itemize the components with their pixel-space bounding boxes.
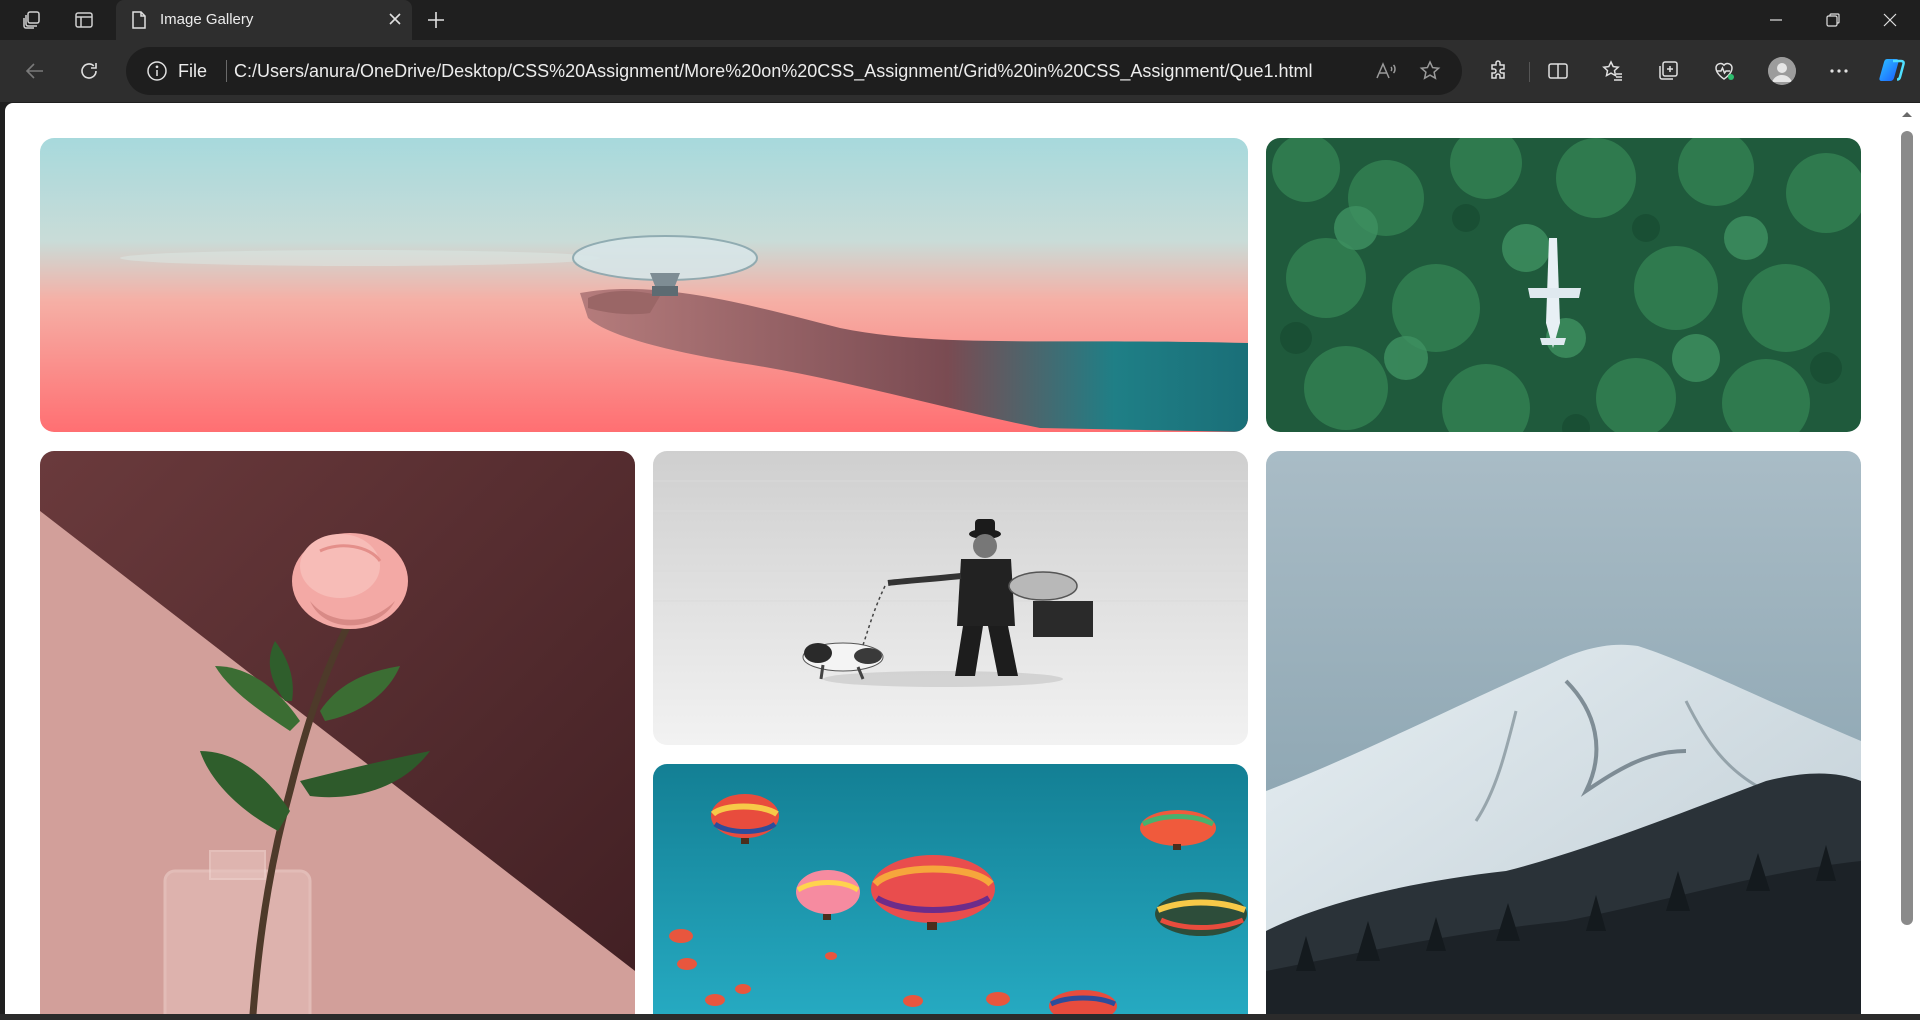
- profile-icon[interactable]: [1768, 57, 1796, 85]
- gallery-image-airplane-forest: [1266, 138, 1861, 432]
- collections-icon[interactable]: [1650, 53, 1686, 89]
- info-icon[interactable]: [146, 60, 168, 87]
- window-bottom-edge: [0, 1014, 1920, 1020]
- read-aloud-icon[interactable]: [1374, 59, 1398, 88]
- scrollbar-thumb[interactable]: [1901, 131, 1913, 925]
- site-scheme-label: File: [178, 61, 208, 81]
- image-gallery-grid: [40, 138, 1861, 1020]
- page-viewport: [5, 103, 1920, 1020]
- star-icon[interactable]: [1418, 59, 1442, 88]
- back-arrow-icon[interactable]: [17, 53, 53, 89]
- gallery-image-hand-lightbulb: [40, 138, 1248, 432]
- tab-strip: Image Gallery: [0, 0, 1920, 40]
- puzzle-icon[interactable]: [1481, 53, 1517, 89]
- active-tab[interactable]: Image Gallery: [116, 0, 412, 40]
- workspaces-icon[interactable]: [14, 4, 50, 36]
- refresh-icon[interactable]: [71, 53, 107, 89]
- scroll-up-icon[interactable]: [1900, 109, 1914, 119]
- gallery-image-rose-vase: [40, 451, 635, 1020]
- gallery-image-snowy-mountain: [1266, 451, 1861, 1020]
- minimize-icon[interactable]: [1748, 0, 1804, 40]
- more-icon[interactable]: [1821, 53, 1857, 89]
- copilot-icon[interactable]: [1874, 52, 1910, 88]
- gallery-image-hot-air-balloons: [653, 764, 1248, 1020]
- toolbar: File C:/Users/anura/OneDrive/Desktop/CSS…: [0, 40, 1920, 102]
- page-icon: [130, 10, 148, 34]
- tab-title: Image Gallery: [160, 11, 254, 28]
- address-bar[interactable]: File C:/Users/anura/OneDrive/Desktop/CSS…: [126, 47, 1462, 95]
- close-window-icon[interactable]: [1862, 0, 1918, 40]
- url-text[interactable]: C:/Users/anura/OneDrive/Desktop/CSS%20As…: [234, 61, 1313, 82]
- heart-pulse-icon[interactable]: [1706, 53, 1742, 89]
- toolbar-divider: [1529, 62, 1530, 82]
- plus-icon[interactable]: [418, 4, 454, 36]
- favorites-icon[interactable]: [1595, 53, 1631, 89]
- gallery-image-man-walking-dog: [653, 451, 1248, 745]
- split-screen-icon[interactable]: [1540, 53, 1576, 89]
- tab-actions-icon[interactable]: [66, 4, 102, 36]
- address-divider: [226, 60, 227, 82]
- close-icon[interactable]: [388, 12, 402, 30]
- restore-icon[interactable]: [1805, 0, 1861, 40]
